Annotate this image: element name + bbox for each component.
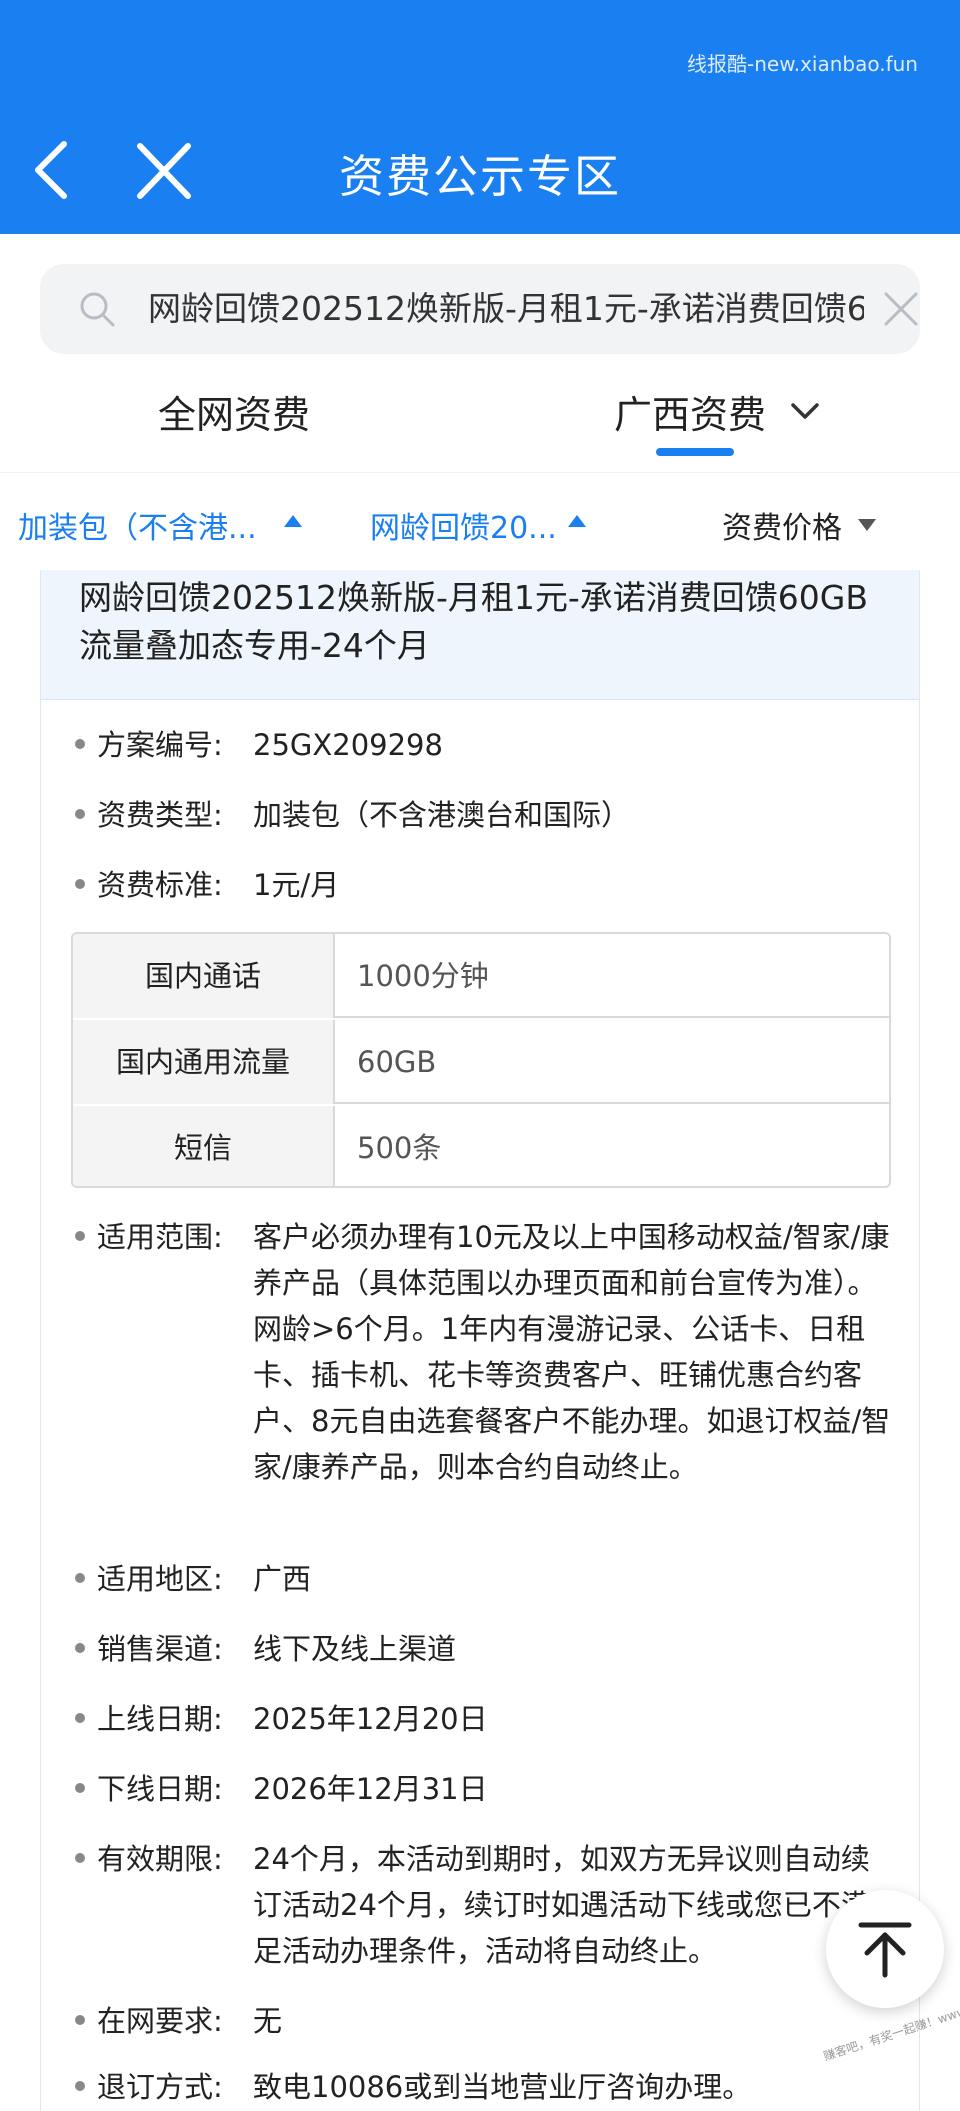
channel-value: 线下及线上渠道 [253,1632,457,1666]
caret-up-icon [568,515,586,527]
offline-date-value: 2026年12月31日 [253,1772,488,1806]
quota-value: 1000分钟 [357,959,489,993]
filter-bar: 加装包（不含港... 网龄回馈20... 资费价格 [0,472,960,570]
table-row: 国内通用流量 60GB [73,1020,889,1104]
bullet-icon [75,1783,85,1793]
back-to-top-button[interactable] [826,1890,944,2008]
search-input[interactable]: 网龄回馈202512焕新版-月租1元-承诺消费回馈60GB流量叠加态专用-24个… [148,286,864,332]
row-label: 资费类型: [97,798,223,832]
filter-label: 网龄回馈20... [370,511,557,546]
filter-package-type[interactable]: 加装包（不含港... [18,503,257,547]
row-label: 在网要求: [97,2004,223,2038]
bullet-icon [75,1573,85,1583]
watermark-text: 线报酷-new.xianbao.fun [687,52,918,76]
filter-plan-name[interactable]: 网龄回馈20... [370,503,557,547]
plan-card-header: 网龄回馈202512焕新版-月租1元-承诺消费回馈60GB流量叠加态专用-24个… [41,570,919,700]
arrow-up-to-top-icon [858,1922,912,1978]
row-label: 销售渠道: [97,1632,223,1666]
app-header: 线报酷-new.xianbao.fun 资费公示专区 [0,0,960,234]
scope-value: 客户必须办理有10元及以上中国移动权益/智家/康养产品（具体范围以办理页面和前台… [253,1220,891,1484]
bullet-icon [75,809,85,819]
bullet-icon [75,1853,85,1863]
search-box[interactable]: 网龄回馈202512焕新版-月租1元-承诺消费回馈60GB流量叠加态专用-24个… [40,264,920,354]
bullet-icon [75,2081,85,2091]
region-value: 广西 [253,1562,312,1596]
plan-card: 网龄回馈202512焕新版-月租1元-承诺消费回馈60GB流量叠加态专用-24个… [40,570,920,2111]
bullet-icon [75,879,85,889]
row-label: 适用范围: [97,1220,223,1254]
quota-value: 60GB [357,1045,437,1079]
row-label: 下线日期: [97,1772,223,1806]
tab-guangxi[interactable]: 广西资费 [614,384,766,439]
filter-price[interactable]: 资费价格 [722,503,842,547]
bullet-icon [75,1643,85,1653]
plan-type-value: 加装包（不含港澳台和国际） [253,798,631,832]
row-label: 适用地区: [97,1562,223,1596]
caret-up-icon [284,515,302,527]
network-requirement-value: 无 [253,2004,283,2038]
caret-down-icon [858,519,876,531]
unsubscribe-value: 致电10086或到当地营业厅咨询办理。 [253,2070,752,2104]
bullet-icon [75,739,85,749]
row-label: 退订方式: [97,2070,223,2104]
chevron-down-icon[interactable] [788,394,822,428]
table-row: 国内通话 1000分钟 [73,934,889,1018]
active-tab-indicator [656,448,734,456]
filter-label: 资费价格 [722,511,842,546]
quota-label: 国内通话 [73,934,335,1018]
row-label: 有效期限: [97,1842,223,1876]
bullet-icon [75,1713,85,1723]
page-title: 资费公示专区 [338,150,621,203]
quota-label: 国内通用流量 [73,1020,335,1104]
quota-label: 短信 [73,1106,335,1186]
row-label: 资费标准: [97,868,223,902]
filter-label: 加装包（不含港... [18,511,257,546]
search-icon [80,292,115,327]
quota-table: 国内通话 1000分钟 国内通用流量 60GB 短信 500条 [71,932,891,1188]
plan-price-value: 1元/月 [253,868,340,902]
plan-code-value: 25GX209298 [253,728,443,762]
row-label: 方案编号: [97,728,223,762]
validity-value: 24个月，本活动到期时，如双方无异议则自动续订活动24个月，续订时如遇活动下线或… [253,1842,870,1968]
online-date-value: 2025年12月20日 [253,1702,488,1736]
table-row: 短信 500条 [73,1106,889,1186]
row-label: 上线日期: [97,1702,223,1736]
plan-title: 网龄回馈202512焕新版-月租1元-承诺消费回馈60GB流量叠加态专用-24个… [79,578,868,665]
clear-icon[interactable] [882,290,920,328]
bullet-icon [75,1231,85,1241]
quota-value: 500条 [357,1131,442,1165]
tab-all-network[interactable]: 全网资费 [158,384,310,439]
bullet-icon [75,2015,85,2025]
